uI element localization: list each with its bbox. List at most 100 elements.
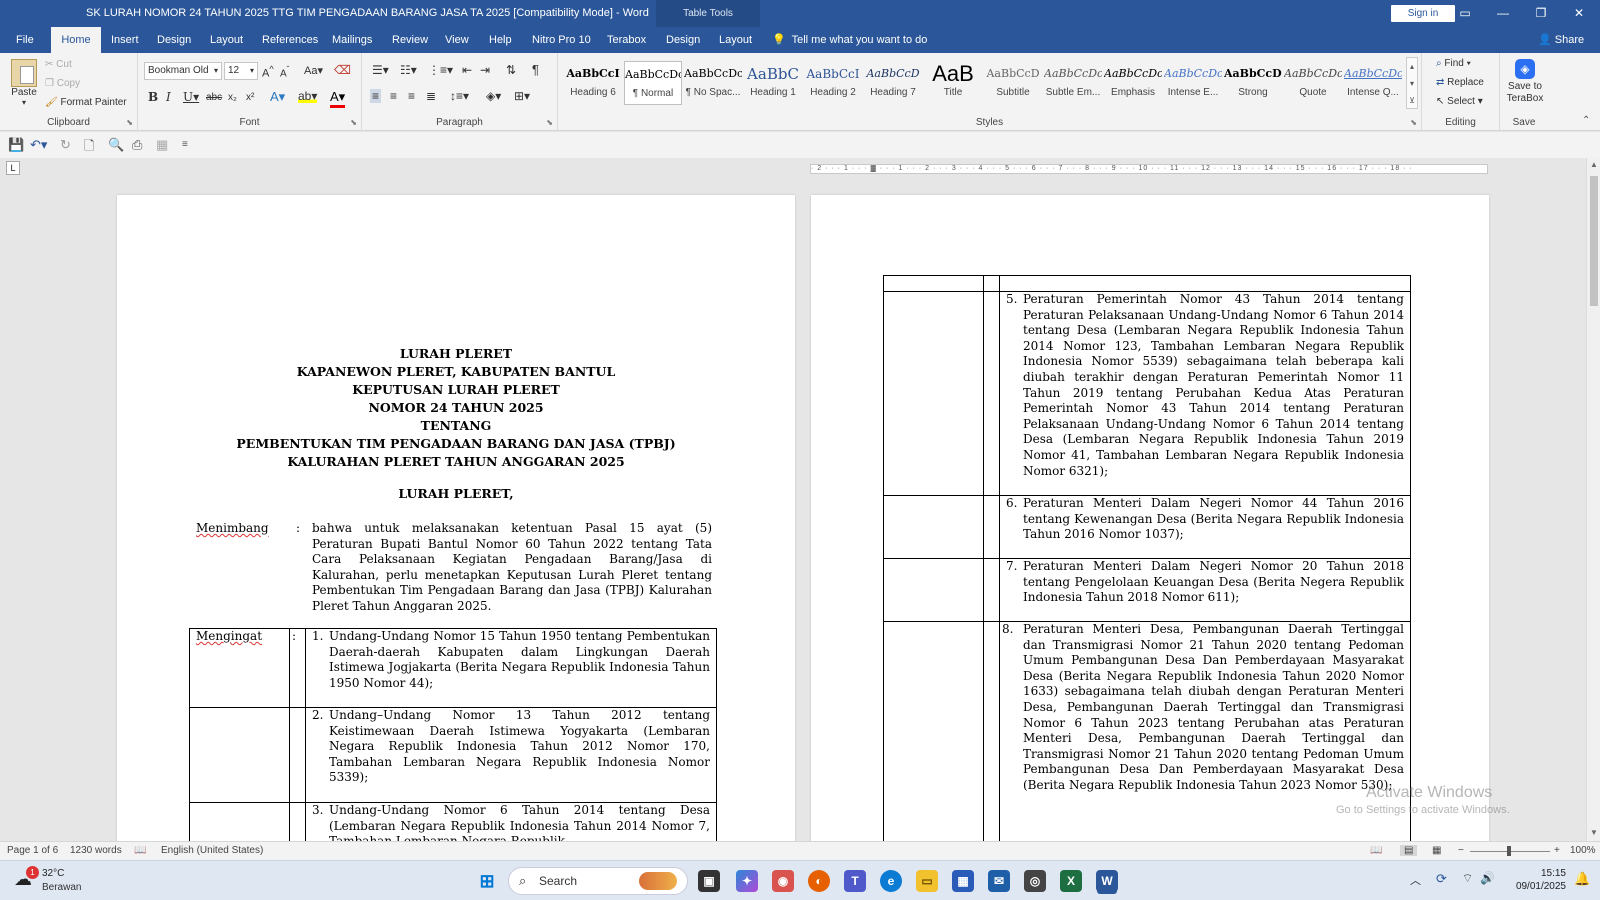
notification-bell-icon[interactable]: 🔔: [1574, 871, 1590, 887]
table-cell[interactable]: [189, 707, 290, 803]
style-heading-6[interactable]: AaBbCcI Heading 6: [564, 61, 622, 105]
scrollbar-thumb[interactable]: [1590, 176, 1598, 306]
font-color-icon[interactable]: A▾: [330, 89, 346, 108]
camera-icon[interactable]: ◎: [1024, 870, 1046, 892]
dialog-launcher-icon[interactable]: ⬊: [1410, 118, 1417, 127]
document-page-2[interactable]: 5. Peraturan Pemerintah Nomor 43 Tahun 20…: [811, 195, 1489, 841]
text-effects-icon[interactable]: A▾: [270, 89, 285, 105]
table-cell[interactable]: :: [289, 628, 306, 708]
style-intense-emphasis[interactable]: AaBbCcDc Intense E...: [1164, 61, 1222, 105]
vertical-scrollbar[interactable]: ▲ ▼: [1586, 158, 1600, 841]
tell-me-search[interactable]: 💡 Tell me what you want to do: [772, 33, 927, 46]
tab-file[interactable]: File: [8, 27, 42, 53]
clear-formatting-icon[interactable]: ⌫: [334, 63, 351, 77]
replace-button[interactable]: ⇄ Replace: [1436, 77, 1484, 88]
print-layout-icon[interactable]: ▤: [1400, 845, 1418, 856]
style-subtle-emphasis[interactable]: AaBbCcDc Subtle Em...: [1044, 61, 1102, 105]
table-cell[interactable]: 1. Undang-Undang Nomor 15 Tahun 1950 tent…: [305, 628, 717, 708]
new-document-icon[interactable]: 🗋: [84, 137, 94, 159]
table-cell[interactable]: [999, 275, 1411, 292]
style-quote[interactable]: AaBbCcDc Quote: [1284, 61, 1342, 105]
document-page-1[interactable]: LURAH PLERET KAPANEWON PLERET, KABUPATEN…: [117, 195, 795, 841]
tab-home[interactable]: Home: [51, 27, 101, 53]
dialog-launcher-icon[interactable]: ⬊: [546, 118, 553, 127]
align-center-icon[interactable]: ≡: [390, 89, 397, 103]
shrink-font-icon[interactable]: Aˇ: [280, 64, 289, 79]
borders-icon[interactable]: ⊞▾: [514, 89, 530, 103]
draw-table-icon[interactable]: ▦: [156, 137, 168, 153]
tab-insert[interactable]: Insert: [103, 27, 147, 53]
table-cell[interactable]: [883, 275, 984, 292]
mengingat-table-continued[interactable]: 5. Peraturan Pemerintah Nomor 43 Tahun 20…: [883, 275, 1411, 841]
close-icon[interactable]: ✕: [1560, 0, 1598, 27]
subscript-icon[interactable]: x₂: [228, 92, 237, 103]
read-mode-icon[interactable]: 📖: [1370, 845, 1382, 856]
italic-icon[interactable]: I: [166, 90, 171, 104]
tab-references[interactable]: References: [254, 27, 326, 53]
table-cell[interactable]: [983, 275, 1000, 292]
style-title[interactable]: AaB Title: [924, 61, 982, 105]
format-painter-button[interactable]: 🖌 Format Painter: [45, 97, 127, 108]
table-cell[interactable]: [883, 495, 984, 559]
scroll-down-icon[interactable]: ▼: [1590, 828, 1598, 837]
restore-icon[interactable]: ❐: [1522, 0, 1560, 27]
scroll-up-icon[interactable]: ▲: [1590, 160, 1598, 169]
table-cell[interactable]: 2. Undang–Undang Nomor 13 Tahun 2012 tent…: [305, 707, 717, 803]
table-cell[interactable]: [883, 291, 984, 496]
align-left-icon[interactable]: ≡: [370, 89, 382, 103]
print-preview-icon[interactable]: 🔍: [108, 137, 124, 153]
tab-layout[interactable]: Layout: [202, 27, 251, 53]
windows-start-icon[interactable]: ⊞: [476, 870, 498, 892]
table-cell[interactable]: 3. Undang-Undang Nomor 6 Tahun 2014 tenta…: [305, 802, 717, 841]
grow-font-icon[interactable]: A^: [262, 64, 274, 80]
style-heading-7[interactable]: AaBbCcD Heading 7: [864, 61, 922, 105]
highlight-icon[interactable]: ab▾: [298, 89, 318, 103]
tab-help[interactable]: Help: [481, 27, 520, 53]
change-case-icon[interactable]: Aa▾: [304, 64, 323, 77]
find-button[interactable]: ⌕ Find ▾: [1436, 58, 1471, 69]
edge-icon[interactable]: e: [880, 870, 902, 892]
table-cell[interactable]: [983, 291, 1000, 496]
bold-icon[interactable]: B: [148, 90, 158, 104]
word-count[interactable]: 1230 words: [70, 845, 122, 856]
superscript-icon[interactable]: x²: [246, 92, 254, 103]
style-normal[interactable]: AaBbCcDc ¶ Normal: [624, 61, 682, 105]
word-icon[interactable]: W: [1096, 870, 1118, 892]
align-right-icon[interactable]: ≡: [408, 89, 415, 103]
page-count[interactable]: Page 1 of 6: [7, 845, 58, 856]
microsoft-store-icon[interactable]: ▦: [952, 870, 974, 892]
table-cell[interactable]: [289, 802, 306, 841]
underline-icon[interactable]: U▾: [183, 90, 199, 104]
paste-button[interactable]: Paste ▾: [8, 59, 40, 107]
weather-description[interactable]: Berawan: [42, 882, 81, 893]
cut-button[interactable]: ✂ Cut: [45, 59, 72, 70]
decrease-indent-icon[interactable]: ⇤: [462, 63, 472, 77]
font-name-combo[interactable]: Bookman Old ▾: [144, 62, 222, 80]
show-formatting-marks-icon[interactable]: ¶: [532, 62, 539, 77]
ribbon-display-options-icon[interactable]: ▭: [1446, 0, 1484, 27]
office-app-icon[interactable]: ◉: [772, 870, 794, 892]
weather-temperature[interactable]: 32°C: [42, 868, 64, 879]
proofing-icon[interactable]: 📖: [134, 845, 146, 856]
dialog-launcher-icon[interactable]: ⬊: [350, 118, 357, 127]
system-clock[interactable]: 15:15 09/01/2025: [1510, 867, 1566, 893]
table-cell[interactable]: Mengingat: [189, 628, 290, 708]
style-intense-quote[interactable]: AaBbCcDc Intense Q...: [1344, 61, 1402, 105]
zoom-slider-thumb[interactable]: [1507, 846, 1511, 856]
save-icon[interactable]: 💾: [8, 137, 24, 153]
table-cell[interactable]: [883, 558, 984, 622]
tab-view[interactable]: View: [437, 27, 477, 53]
table-cell[interactable]: [983, 621, 1000, 841]
show-hidden-icons-chevron-icon[interactable]: ︿: [1410, 872, 1421, 888]
undo-icon[interactable]: ↶▾: [30, 137, 47, 153]
tab-terabox[interactable]: Terabox: [599, 27, 654, 53]
style-no-spacing[interactable]: AaBbCcDc ¶ No Spac...: [684, 61, 742, 105]
excel-icon[interactable]: X: [1060, 870, 1082, 892]
language-indicator[interactable]: English (United States): [161, 845, 263, 856]
select-button[interactable]: ↖ Select ▾: [1436, 96, 1483, 107]
table-cell[interactable]: 6. Peraturan Menteri Dalam Negeri Nomor 4…: [999, 495, 1411, 559]
zoom-level[interactable]: 100%: [1570, 845, 1596, 856]
collapse-ribbon-icon[interactable]: ⌃: [1582, 115, 1590, 126]
dialog-launcher-icon[interactable]: ⬊: [126, 118, 133, 127]
tab-selector-icon[interactable]: L: [6, 161, 20, 175]
